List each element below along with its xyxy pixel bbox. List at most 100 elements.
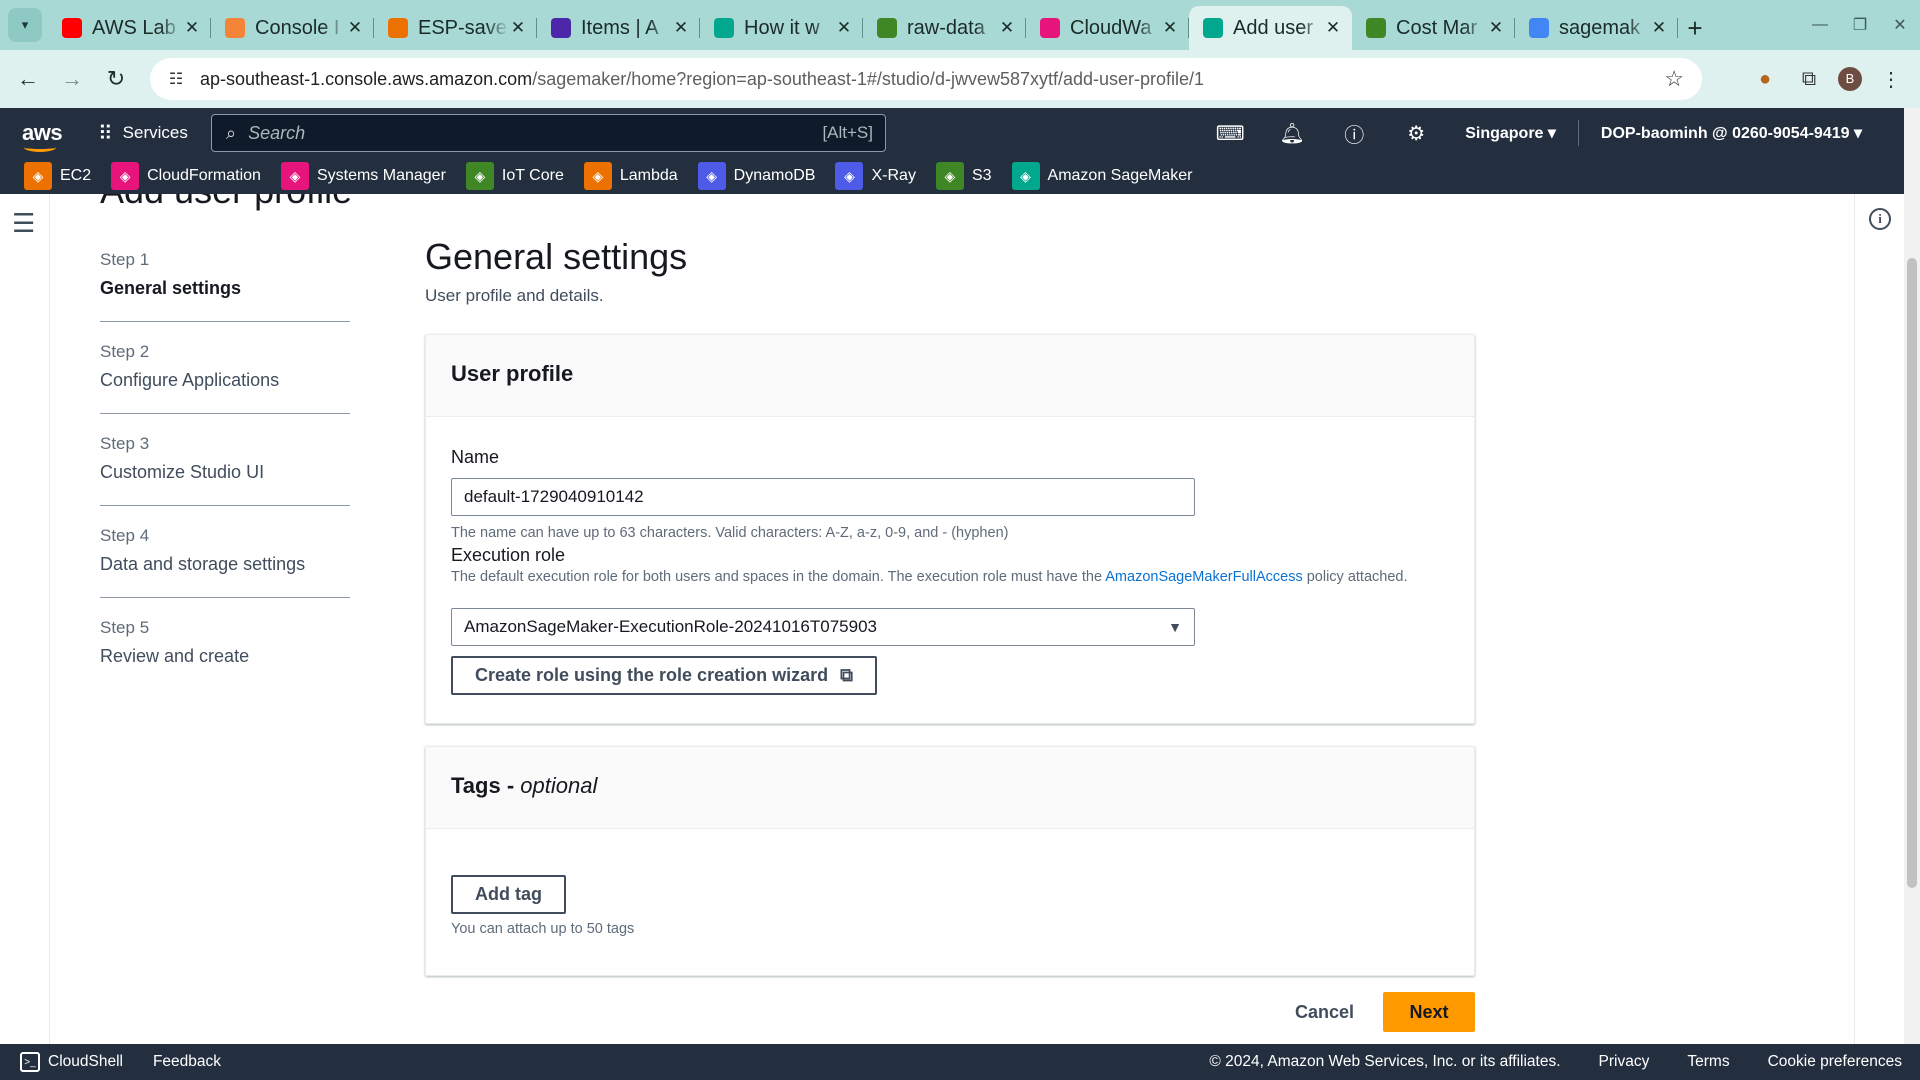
forward-arrow-icon[interactable]: → [50, 57, 94, 101]
favorites-bar: ◈ EC2 ◈ CloudFormation ◈ Systems Manager ◈ IoT … [0, 158, 1904, 194]
wizard-step[interactable]: Step 4 Data and storage settings [100, 526, 350, 598]
section-description: User profile and details. [425, 286, 604, 305]
hamburger-menu-icon[interactable]: ☰ [12, 208, 35, 239]
favorite-item[interactable]: ◈ DynamoDB [697, 162, 816, 190]
account-label: DOP-baominh @ 0260-9054-9419 [1600, 125, 1850, 142]
user-profile-card: User profile Name The name can have up t… [425, 334, 1475, 724]
add-tag-button[interactable]: Add tag [451, 875, 566, 914]
restore-icon[interactable]: ❐ [1840, 15, 1880, 35]
next-button[interactable]: Next [1383, 992, 1475, 1032]
favorite-item[interactable]: ◈ Amazon SageMaker [1011, 162, 1193, 190]
browser-tab[interactable]: CloudWa ✕ [1026, 6, 1189, 50]
favorite-item[interactable]: ◈ IoT Core [465, 162, 564, 190]
reload-icon[interactable]: ↻ [94, 57, 138, 101]
tab-title: Add user [1233, 16, 1314, 39]
close-window-icon[interactable]: ✕ [1880, 15, 1920, 35]
tab-close-icon[interactable]: ✕ [835, 18, 853, 38]
wizard-step[interactable]: Step 5 Review and create [100, 618, 350, 689]
name-field[interactable] [451, 478, 1195, 516]
tab-close-icon[interactable]: ✕ [183, 18, 201, 38]
right-tools-rail: i [1854, 194, 1904, 1044]
step-label: Customize Studio UI [100, 462, 265, 482]
tab-title: ESP-save [418, 16, 507, 39]
service-icon: ◈ [835, 162, 864, 190]
cancel-button[interactable]: Cancel [1275, 992, 1374, 1032]
browser-menu-icon[interactable]: ⋮ [1876, 67, 1906, 92]
region-selector[interactable]: Singapore ▾ [1447, 123, 1574, 143]
search-box[interactable]: ⌕ [Alt+S] [211, 114, 886, 152]
tab-close-icon[interactable]: ✕ [1161, 18, 1179, 38]
browser-tab[interactable]: ESP-save ✕ [374, 6, 537, 50]
tab-favicon-icon [62, 18, 82, 38]
terms-link[interactable]: Terms [1687, 1053, 1729, 1071]
address-bar[interactable]: ☷ ap-southeast-1.console.aws.amazon.com /… [150, 58, 1702, 100]
tab-close-icon[interactable]: ✕ [1324, 18, 1342, 38]
tab-close-icon[interactable]: ✕ [346, 18, 364, 38]
full-access-policy-link[interactable]: AmazonSageMakerFullAccess [1105, 569, 1302, 585]
services-button[interactable]: ⠿ Services [98, 121, 188, 146]
minimize-icon[interactable]: — [1800, 16, 1840, 34]
favorite-item[interactable]: ◈ EC2 [24, 162, 91, 190]
tab-favicon-icon [551, 18, 571, 38]
cookie-extension-icon[interactable]: ● [1750, 68, 1780, 91]
favorite-item[interactable]: ◈ Lambda [583, 162, 678, 190]
favorite-label: Amazon SageMaker [1047, 167, 1193, 184]
role-desc-suffix: policy attached. [1302, 569, 1408, 585]
browser-tab[interactable]: Add user ✕ [1189, 6, 1352, 50]
search-input[interactable] [248, 122, 823, 144]
tags-card: Tags - optional Add tag You can attach u… [425, 746, 1475, 976]
browser-tab[interactable]: raw-data ✕ [863, 6, 1026, 50]
cloudshell-link[interactable]: >_ CloudShell [20, 1052, 123, 1072]
step-number: Step 1 [100, 250, 150, 269]
tab-favicon-icon [1366, 18, 1386, 38]
browser-tab[interactable]: Items | A ✕ [537, 6, 700, 50]
wizard-step[interactable]: Step 3 Customize Studio UI [100, 434, 350, 506]
tab-title: Console I [255, 16, 340, 39]
new-tab-button[interactable]: + [1678, 6, 1712, 50]
service-icon: ◈ [697, 162, 726, 190]
help-icon[interactable]: ⓘ [1323, 119, 1385, 148]
aws-logo[interactable]: aws [22, 120, 66, 152]
tab-close-icon[interactable]: ✕ [1487, 18, 1505, 38]
favorite-label: DynamoDB [733, 167, 816, 184]
service-icon: ◈ [280, 162, 309, 190]
favorite-label: IoT Core [501, 167, 564, 184]
favorite-item[interactable]: ◈ Systems Manager [280, 162, 446, 190]
name-hint: The name can have up to 63 characters. V… [451, 525, 1009, 541]
execution-role-select[interactable]: AmazonSageMaker-ExecutionRole-20241016T0… [451, 608, 1195, 646]
extension-icon[interactable]: ⧉ [1794, 68, 1824, 91]
browser-tab[interactable]: sagemak ✕ [1515, 6, 1678, 50]
create-role-wizard-button[interactable]: Create role using the role creation wiza… [451, 656, 877, 695]
browser-tab[interactable]: How it w ✕ [700, 6, 863, 50]
site-settings-icon[interactable]: ☷ [164, 69, 188, 89]
cookie-preferences-link[interactable]: Cookie preferences [1768, 1053, 1902, 1071]
page-scrollbar[interactable] [1904, 108, 1920, 1044]
tab-search-icon[interactable]: ▾ [8, 8, 42, 42]
info-icon[interactable]: i [1869, 208, 1891, 230]
notifications-bell-icon[interactable]: 🔔︎ [1261, 121, 1323, 146]
browser-tab[interactable]: Cost Mar ✕ [1352, 6, 1515, 50]
browser-tab[interactable]: AWS Lab ✕ [48, 6, 211, 50]
scrollbar-thumb[interactable] [1907, 258, 1917, 888]
tab-close-icon[interactable]: ✕ [672, 18, 690, 38]
favorite-item[interactable]: ◈ S3 [935, 162, 992, 190]
user-profile-heading: User profile [426, 335, 1474, 417]
feedback-link[interactable]: Feedback [153, 1053, 221, 1071]
privacy-link[interactable]: Privacy [1599, 1053, 1650, 1071]
settings-gear-icon[interactable]: ⚙ [1385, 121, 1447, 146]
back-arrow-icon[interactable]: ← [6, 57, 50, 101]
bookmark-star-icon[interactable]: ☆ [1664, 66, 1684, 92]
profile-avatar[interactable]: B [1838, 67, 1862, 91]
tab-close-icon[interactable]: ✕ [509, 18, 527, 38]
favorite-item[interactable]: ◈ X-Ray [835, 162, 916, 190]
tab-close-icon[interactable]: ✕ [998, 18, 1016, 38]
tab-favicon-icon [877, 18, 897, 38]
cloudshell-icon[interactable]: ⌨ [1199, 121, 1261, 146]
tags-hint: You can attach up to 50 tags [451, 921, 635, 937]
browser-tab[interactable]: Console I ✕ [211, 6, 374, 50]
nav-divider [1577, 120, 1579, 146]
tab-close-icon[interactable]: ✕ [1650, 18, 1668, 38]
account-menu[interactable]: DOP-baominh @ 0260-9054-9419 ▾ [1583, 123, 1880, 143]
favorite-item[interactable]: ◈ CloudFormation [111, 162, 261, 190]
wizard-step[interactable]: Step 2 Configure Applications [100, 342, 350, 414]
